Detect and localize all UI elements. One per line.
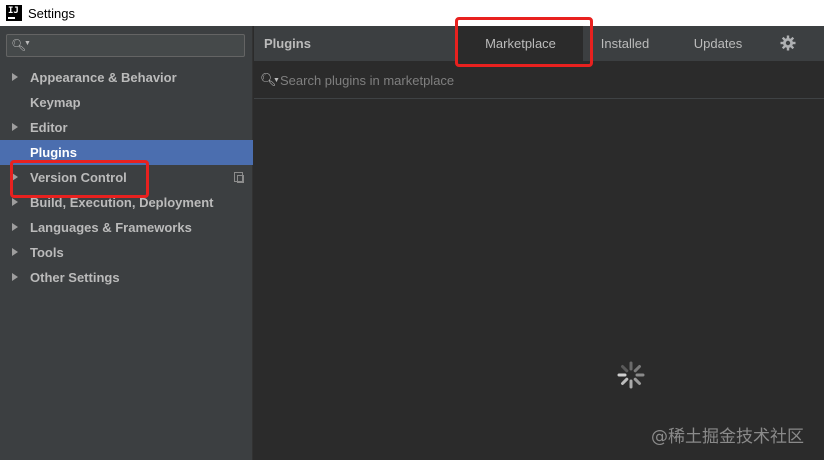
chevron-down-icon[interactable]: ▼ <box>273 77 280 84</box>
expand-arrow-icon[interactable] <box>12 273 18 281</box>
watermark-text: @稀土掘金技术社区 <box>651 427 804 447</box>
title-bar: IJ Settings <box>0 0 824 26</box>
sidebar-item-editor[interactable]: Editor <box>0 115 253 140</box>
loading-spinner-icon <box>617 361 645 389</box>
expand-arrow-icon[interactable] <box>12 198 18 206</box>
sidebar-item-languages-frameworks[interactable]: Languages & Frameworks <box>0 215 253 240</box>
sidebar-item-version-control[interactable]: Version Control <box>0 165 253 190</box>
sidebar-search-box[interactable]: 🔍︎ ▼ <box>6 34 245 57</box>
sidebar-item-appearance-behavior[interactable]: Appearance & Behavior <box>0 65 253 90</box>
sidebar-item-label: Appearance & Behavior <box>30 70 177 85</box>
gear-icon[interactable] <box>780 35 796 51</box>
sidebar-item-build-execution-deployment[interactable]: Build, Execution, Deployment <box>0 190 253 215</box>
sidebar-item-label: Build, Execution, Deployment <box>30 195 214 210</box>
plugins-header: Plugins Marketplace Installed Updates <box>254 26 824 61</box>
intellij-idea-icon: IJ <box>6 5 22 21</box>
marketplace-search-bar[interactable]: 🔍︎ ▼ <box>254 61 824 99</box>
page-title: Plugins <box>264 36 311 51</box>
tab-updates[interactable]: Updates <box>678 26 758 61</box>
sidebar-item-label: Version Control <box>30 170 127 185</box>
settings-window: IJ Settings 🔍︎ ▼ Appearance & Behavior K… <box>0 0 824 460</box>
sidebar-item-tools[interactable]: Tools <box>0 240 253 265</box>
expand-arrow-icon[interactable] <box>12 248 18 256</box>
tab-marketplace[interactable]: Marketplace <box>458 26 583 61</box>
expand-arrow-icon[interactable] <box>12 223 18 231</box>
project-settings-icon <box>234 172 244 183</box>
sidebar-item-plugins[interactable]: Plugins <box>0 140 253 165</box>
tab-installed[interactable]: Installed <box>586 26 664 61</box>
settings-sidebar: 🔍︎ ▼ Appearance & Behavior Keymap Editor… <box>0 26 253 460</box>
marketplace-search-input[interactable] <box>280 71 800 89</box>
chevron-down-icon[interactable]: ▼ <box>24 40 31 47</box>
expand-arrow-icon[interactable] <box>12 123 18 131</box>
plugins-panel: Plugins Marketplace Installed Updates 🔍︎… <box>254 26 824 460</box>
sidebar-item-other-settings[interactable]: Other Settings <box>0 265 253 290</box>
expand-arrow-icon[interactable] <box>12 73 18 81</box>
expand-arrow-icon[interactable] <box>12 173 18 181</box>
sidebar-item-label: Other Settings <box>30 270 120 285</box>
sidebar-item-keymap[interactable]: Keymap <box>0 90 253 115</box>
sidebar-item-label: Plugins <box>30 145 77 160</box>
settings-nav: Appearance & Behavior Keymap Editor Plug… <box>0 65 253 290</box>
window-title: Settings <box>28 5 75 21</box>
sidebar-item-label: Tools <box>30 245 64 260</box>
sidebar-item-label: Editor <box>30 120 68 135</box>
sidebar-search-input[interactable] <box>35 37 240 54</box>
sidebar-item-label: Languages & Frameworks <box>30 220 192 235</box>
sidebar-item-label: Keymap <box>30 95 81 110</box>
